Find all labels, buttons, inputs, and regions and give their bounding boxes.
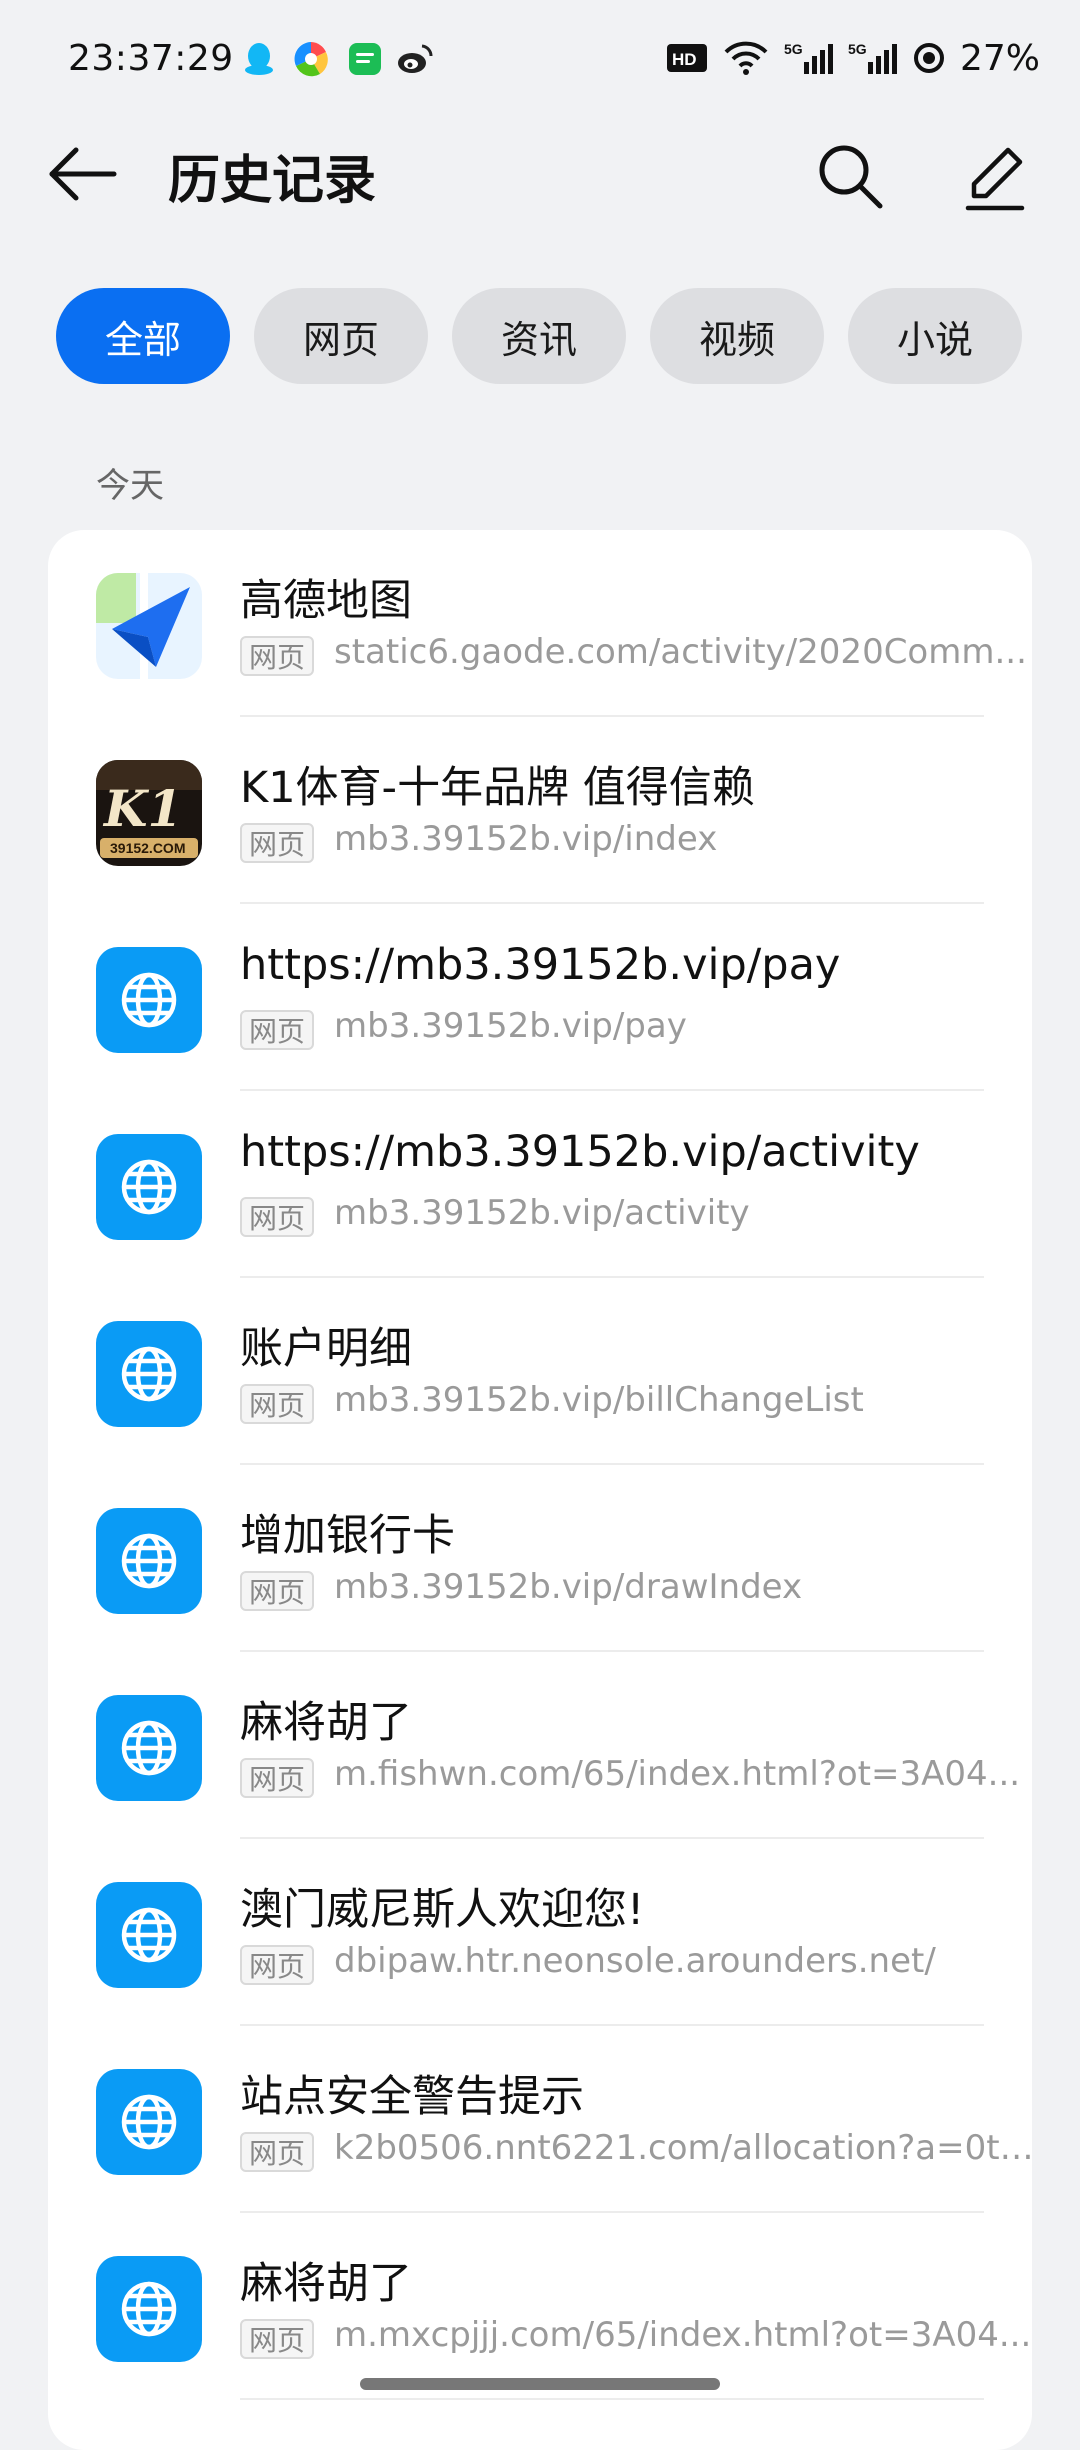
- history-title: 澳门威尼斯人欢迎您!: [240, 1885, 645, 1935]
- search-button[interactable]: [812, 138, 888, 214]
- history-title: 站点安全警告提示: [240, 2072, 584, 2122]
- history-title: 高德地图: [240, 576, 412, 626]
- history-url: mb3.39152b.vip/activity: [334, 1193, 750, 1233]
- globe-icon: [96, 1508, 202, 1614]
- history-type-tag: 网页: [240, 2132, 314, 2172]
- chip-news[interactable]: 资讯: [452, 288, 626, 384]
- history-title: 账户明细: [240, 1324, 412, 1374]
- edit-button[interactable]: [956, 138, 1032, 214]
- history-url: static6.gaode.com/activity/2020Comm...: [334, 632, 1027, 672]
- amap-icon: [96, 573, 202, 679]
- history-item[interactable]: https://mb3.39152b.vip/pay 网页 mb3.39152b…: [48, 904, 1032, 1091]
- history-url: m.mxcpjjj.com/65/index.html?ot=3A04...: [334, 2315, 1032, 2355]
- pencil-icon: [965, 147, 1025, 211]
- wifi-icon: [724, 41, 768, 75]
- history-item[interactable]: 增加银行卡 网页 mb3.39152b.vip/drawIndex: [48, 1465, 1032, 1652]
- signal-5g-icon: 5G: [784, 41, 833, 74]
- svg-text:5G: 5G: [848, 41, 867, 57]
- chip-video[interactable]: 视频: [650, 288, 824, 384]
- qq-icon: [245, 43, 273, 75]
- history-type-tag: 网页: [240, 1571, 314, 1611]
- signal-5g-icon-2: 5G: [848, 41, 897, 74]
- status-time: 23:37:29: [68, 38, 234, 79]
- history-title: K1体育-十年品牌 值得信赖: [240, 763, 755, 813]
- history-url: mb3.39152b.vip/pay: [334, 1006, 687, 1046]
- arrow-left-icon: [49, 147, 117, 201]
- app-bar: 历史记录: [0, 124, 1080, 224]
- history-item[interactable]: 麻将胡了 网页 m.fishwn.com/65/index.html?ot=3A…: [48, 1652, 1032, 1839]
- history-url: m.fishwn.com/65/index.html?ot=3A04...: [334, 1754, 1021, 1794]
- history-type-tag: 网页: [240, 1945, 314, 1985]
- history-url: mb3.39152b.vip/drawIndex: [334, 1567, 803, 1607]
- history-item[interactable]: 高德地图 网页 static6.gaode.com/activity/2020C…: [48, 530, 1032, 717]
- history-list: 高德地图 网页 static6.gaode.com/activity/2020C…: [48, 530, 1032, 2450]
- battery-ring-icon: [913, 43, 944, 73]
- section-label-today: 今天: [96, 466, 164, 506]
- history-title: 麻将胡了: [240, 2259, 412, 2309]
- search-icon: [819, 145, 883, 209]
- globe-icon: [96, 1134, 202, 1240]
- history-item[interactable]: https://mb3.39152b.vip/activity 网页 mb3.3…: [48, 1091, 1032, 1278]
- globe-icon: [96, 2256, 202, 2362]
- history-url: mb3.39152b.vip/billChangeList: [334, 1380, 864, 1420]
- history-title: https://mb3.39152b.vip/activity: [240, 1127, 920, 1177]
- back-button[interactable]: [42, 142, 128, 206]
- history-item[interactable]: 账户明细 网页 mb3.39152b.vip/billChangeList: [48, 1278, 1032, 1465]
- history-type-tag: 网页: [240, 636, 314, 676]
- k1-logo-icon: K1 39152.COM: [96, 760, 202, 866]
- globe-icon: [96, 1695, 202, 1801]
- history-item[interactable]: 站点安全警告提示 网页 k2b0506.nnt6221.com/allocati…: [48, 2026, 1032, 2213]
- chip-webpage[interactable]: 网页: [254, 288, 428, 384]
- history-type-tag: 网页: [240, 1197, 314, 1237]
- history-type-tag: 网页: [240, 1758, 314, 1798]
- hd-icon: HD: [666, 44, 707, 72]
- divider: [240, 2398, 984, 2400]
- message-icon: [349, 43, 381, 75]
- history-item[interactable]: 澳门威尼斯人欢迎您! 网页 dbipaw.htr.neonsole.around…: [48, 1839, 1032, 2026]
- home-indicator[interactable]: [360, 2378, 720, 2390]
- history-title: https://mb3.39152b.vip/pay: [240, 940, 841, 990]
- globe-icon: [96, 1882, 202, 1988]
- history-item[interactable]: 麻将胡了 网页 m.mxcpjjj.com/65/index.html?ot=3…: [48, 2213, 1032, 2400]
- status-bar: 23:37:29 HD 5G 5G 27%: [0, 0, 1080, 124]
- chip-all[interactable]: 全部: [56, 288, 230, 384]
- history-item[interactable]: K1 39152.COM K1体育-十年品牌 值得信赖 网页 mb3.39152…: [48, 717, 1032, 904]
- svg-text:K1: K1: [102, 779, 182, 838]
- history-url: dbipaw.htr.neonsole.arounders.net/: [334, 1941, 936, 1981]
- filter-chips: 全部 网页 资讯 视频 小说: [56, 288, 1022, 384]
- globe-icon: [96, 1321, 202, 1427]
- history-type-tag: 网页: [240, 1010, 314, 1050]
- weibo-icon: [398, 44, 433, 73]
- svg-text:5G: 5G: [784, 41, 803, 57]
- battery-percent: 27%: [959, 37, 1040, 79]
- svg-text:39152.COM: 39152.COM: [110, 840, 185, 856]
- history-title: 麻将胡了: [240, 1698, 412, 1748]
- chip-novel[interactable]: 小说: [848, 288, 1022, 384]
- globe-icon: [96, 947, 202, 1053]
- history-url: k2b0506.nnt6221.com/allocation?a=0ti...: [334, 2128, 1032, 2168]
- status-indicators: HD 5G 5G 27%: [666, 36, 1040, 80]
- globe-icon: [96, 2069, 202, 2175]
- history-type-tag: 网页: [240, 823, 314, 863]
- history-url: mb3.39152b.vip/index: [334, 819, 718, 859]
- page-title: 历史记录: [168, 151, 377, 211]
- history-title: 增加银行卡: [240, 1511, 455, 1561]
- history-type-tag: 网页: [240, 1384, 314, 1424]
- svg-text:HD: HD: [672, 50, 697, 69]
- pinwheel-icon: [294, 42, 328, 77]
- history-type-tag: 网页: [240, 2319, 314, 2359]
